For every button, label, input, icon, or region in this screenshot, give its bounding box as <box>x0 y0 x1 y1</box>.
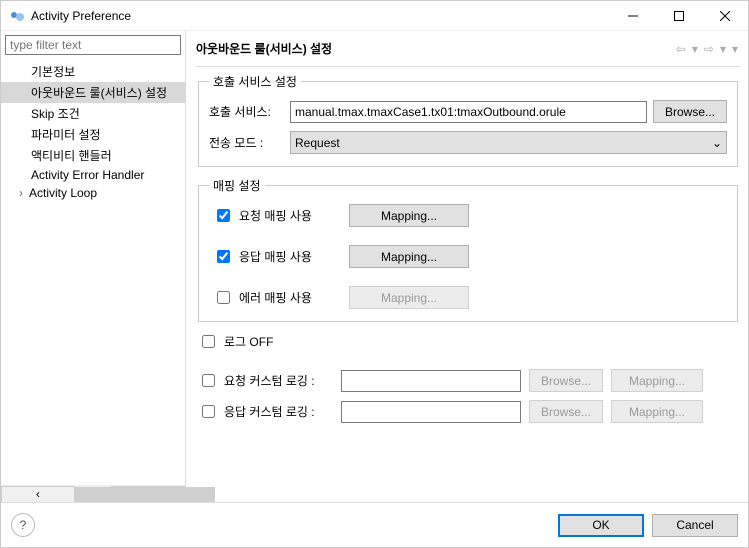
chevron-down-icon: ⌄ <box>712 136 722 150</box>
response-custom-log-check[interactable]: 응답 커스텀 로깅 : <box>198 402 333 421</box>
request-custom-log-checkbox[interactable] <box>202 374 215 387</box>
response-mapping-button[interactable]: Mapping... <box>349 245 469 268</box>
call-service-input[interactable] <box>290 101 647 123</box>
header-nav: ⇦ ▾ ⇨ ▾ ▾ <box>674 42 740 56</box>
cancel-button[interactable]: Cancel <box>652 514 738 537</box>
view-menu-icon[interactable]: ▾ <box>730 42 740 56</box>
back-icon[interactable]: ⇦ <box>674 42 688 56</box>
tree-item-activity-loop[interactable]: ›Activity Loop <box>1 184 185 202</box>
sidebar: 기본정보 아웃바운드 룰(서비스) 설정 Skip 조건 파라미터 설정 액티비… <box>1 31 186 502</box>
tree-item-activity-handler[interactable]: 액티비티 핸들러 <box>1 145 185 166</box>
forward-icon[interactable]: ⇨ <box>702 42 716 56</box>
error-mapping-button: Mapping... <box>349 286 469 309</box>
nav-tree: 기본정보 아웃바운드 룰(서비스) 설정 Skip 조건 파라미터 설정 액티비… <box>1 59 185 485</box>
log-off-checkbox[interactable] <box>202 335 215 348</box>
app-icon <box>9 8 25 24</box>
error-mapping-check[interactable]: 에러 매핑 사용 <box>213 288 333 307</box>
help-icon: ? <box>20 518 27 532</box>
close-button[interactable] <box>702 1 748 31</box>
minimize-button[interactable] <box>610 1 656 31</box>
response-mapping-checkbox[interactable] <box>217 250 230 263</box>
call-service-group: 호출 서비스 설정 호출 서비스: Browse... 전송 모드 : Requ… <box>198 73 738 167</box>
mapping-group: 매핑 설정 요청 매핑 사용 Mapping... 응답 매핑 사용 <box>198 177 738 322</box>
tree-item-parameter[interactable]: 파라미터 설정 <box>1 124 185 145</box>
error-mapping-checkbox[interactable] <box>217 291 230 304</box>
request-custom-log-check[interactable]: 요청 커스텀 로깅 : <box>198 371 333 390</box>
call-service-legend: 호출 서비스 설정 <box>209 73 301 90</box>
chevron-right-icon: › <box>19 186 29 200</box>
transfer-mode-select[interactable]: Request ⌄ <box>290 131 727 154</box>
log-off-check[interactable]: 로그 OFF <box>198 332 333 351</box>
response-log-browse-button: Browse... <box>529 400 603 423</box>
request-mapping-check[interactable]: 요청 매핑 사용 <box>213 206 333 225</box>
window-title: Activity Preference <box>31 9 610 23</box>
tree-item-basic[interactable]: 기본정보 <box>1 61 185 82</box>
scroll-left-icon[interactable]: ‹ <box>1 486 75 503</box>
response-custom-log-input[interactable] <box>341 401 521 423</box>
response-log-mapping-button: Mapping... <box>611 400 703 423</box>
transfer-mode-value: Request <box>295 136 340 150</box>
filter-input[interactable] <box>5 35 181 55</box>
sidebar-scrollbar[interactable]: ‹ › <box>1 485 185 502</box>
request-mapping-checkbox[interactable] <box>217 209 230 222</box>
page-title: 아웃바운드 룰(서비스) 설정 <box>196 40 674 57</box>
request-log-browse-button: Browse... <box>529 369 603 392</box>
maximize-button[interactable] <box>656 1 702 31</box>
response-custom-log-checkbox[interactable] <box>202 405 215 418</box>
back-menu-icon[interactable]: ▾ <box>690 42 700 56</box>
tree-item-skip[interactable]: Skip 조건 <box>1 103 185 124</box>
browse-service-button[interactable]: Browse... <box>653 100 727 123</box>
response-mapping-check[interactable]: 응답 매핑 사용 <box>213 247 333 266</box>
main-panel: 아웃바운드 룰(서비스) 설정 ⇦ ▾ ⇨ ▾ ▾ 호출 서비스 설정 호출 서… <box>186 31 748 502</box>
scroll-thumb[interactable] <box>75 487 215 502</box>
preference-dialog: Activity Preference 기본정보 아웃바운드 룰(서비스) 설정… <box>0 0 749 548</box>
request-custom-log-input[interactable] <box>341 370 521 392</box>
help-button[interactable]: ? <box>11 513 35 537</box>
tree-item-outbound-rule[interactable]: 아웃바운드 룰(서비스) 설정 <box>1 82 185 103</box>
ok-button[interactable]: OK <box>558 514 644 537</box>
footer: ? OK Cancel <box>1 502 748 547</box>
titlebar: Activity Preference <box>1 1 748 31</box>
request-mapping-button[interactable]: Mapping... <box>349 204 469 227</box>
transfer-mode-label: 전송 모드 : <box>209 134 284 151</box>
tree-item-error-handler[interactable]: Activity Error Handler <box>1 166 185 184</box>
mapping-legend: 매핑 설정 <box>209 177 265 194</box>
call-service-label: 호출 서비스: <box>209 103 284 120</box>
forward-menu-icon[interactable]: ▾ <box>718 42 728 56</box>
request-log-mapping-button: Mapping... <box>611 369 703 392</box>
